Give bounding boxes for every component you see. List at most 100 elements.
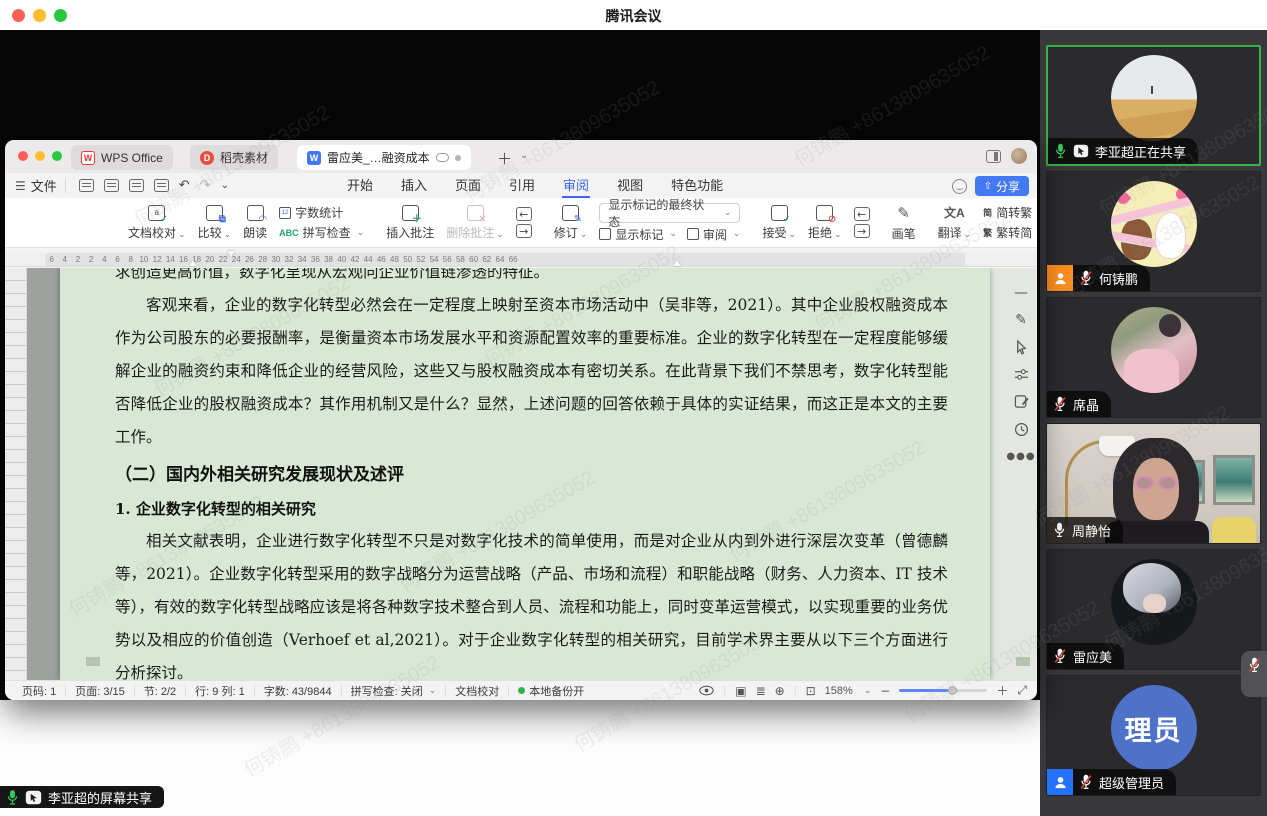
export-icon[interactable] bbox=[104, 179, 119, 192]
spell-check-button[interactable]: ABC 拼写检查⌄ bbox=[279, 224, 364, 241]
screen-share-label: 李亚超的屏幕共享 bbox=[48, 788, 152, 807]
print-preview-icon[interactable] bbox=[154, 179, 169, 192]
tab-page[interactable]: 页面 bbox=[454, 173, 482, 198]
markup-state-dropdown[interactable]: 显示标记的最终状态⌄ bbox=[599, 203, 740, 223]
show-markup-icon bbox=[599, 228, 611, 240]
wps-zoom-button[interactable] bbox=[52, 151, 62, 161]
horizontal-ruler[interactable]: 6422468101214161820222426283032343638404… bbox=[5, 252, 1037, 267]
tab-list-button[interactable]: ⌄ bbox=[520, 150, 528, 161]
tab-insert[interactable]: 插入 bbox=[400, 173, 428, 198]
accept-button[interactable]: ✓ 接受⌄ bbox=[762, 205, 796, 241]
wps-statusbar: 页码: 1 页面: 3/15 节: 2/2 行: 9 列: 1 字数: 43/9… bbox=[5, 680, 1037, 700]
left-indent-handle[interactable] bbox=[189, 260, 197, 266]
show-markup-button[interactable]: 显示标记⌄ bbox=[599, 226, 677, 243]
status-line-column: 行: 9 列: 1 bbox=[186, 685, 255, 697]
review-pane-button[interactable]: 审阅⌄ bbox=[687, 226, 741, 243]
participant-tile-video[interactable]: 周静怡 bbox=[1046, 423, 1261, 544]
word-count-icon: 12 bbox=[279, 207, 291, 219]
tab-docer[interactable]: D 稻壳素材 bbox=[190, 145, 278, 170]
adjust-tool-icon[interactable] bbox=[1014, 368, 1029, 381]
document-canvas[interactable]: 求创造更高价值，数字化呈现从宏观向企业价值链渗透的特征。 客观来看，企业的数字化… bbox=[5, 268, 1037, 680]
tab-reference[interactable]: 引用 bbox=[508, 173, 536, 198]
track-changes-button[interactable]: ✎ 修订⌄ bbox=[554, 205, 588, 241]
tab-document-active[interactable]: W 雷应美_…融资成本 bbox=[297, 145, 471, 170]
zoom-in-icon[interactable]: ＋ bbox=[996, 682, 1008, 699]
insert-comment-icon: ＋ bbox=[402, 205, 419, 221]
new-tab-button[interactable]: ＋ bbox=[497, 148, 512, 169]
tab-home[interactable]: 开始 bbox=[346, 173, 374, 198]
delete-comment-button[interactable]: ✕ 删除批注⌄ bbox=[446, 205, 504, 241]
read-aloud-button[interactable]: ◠ 朗读 bbox=[243, 205, 267, 241]
outline-view-icon[interactable]: ≣ bbox=[756, 684, 766, 698]
compare-button[interactable]: ⧉ 比较⌄ bbox=[198, 205, 232, 241]
status-local-backup[interactable]: 本地备份开 bbox=[509, 685, 593, 697]
zoom-slider-knob[interactable] bbox=[948, 686, 957, 695]
theme-icon[interactable] bbox=[952, 179, 967, 194]
account-avatar[interactable] bbox=[1011, 148, 1027, 164]
collapse-toolbar-icon[interactable]: — bbox=[1014, 286, 1028, 300]
zoom-slider[interactable] bbox=[899, 689, 987, 692]
word-count-button[interactable]: 12 字数统计 bbox=[279, 204, 364, 221]
tab-review[interactable]: 审阅 bbox=[562, 173, 590, 198]
cursor-tool-icon[interactable] bbox=[1014, 340, 1029, 355]
next-comment-icon[interactable]: → bbox=[516, 224, 532, 238]
wps-close-button[interactable] bbox=[18, 151, 28, 161]
prev-change-icon[interactable]: ← bbox=[854, 207, 870, 221]
tab-special-features[interactable]: 特色功能 bbox=[670, 173, 724, 198]
floating-mic-card[interactable] bbox=[1241, 651, 1267, 697]
quickbar-more-icon[interactable]: ⌄ bbox=[221, 180, 229, 191]
layout-toggle-icon[interactable] bbox=[986, 150, 1001, 163]
next-change-icon[interactable]: → bbox=[854, 224, 870, 238]
note-tool-icon[interactable] bbox=[1014, 394, 1029, 409]
simplified-to-traditional-button[interactable]: 简 简转繁 bbox=[983, 204, 1032, 221]
page-view-icon[interactable]: ▣ bbox=[735, 684, 746, 698]
status-doc-proof[interactable]: 文档校对 bbox=[446, 685, 509, 697]
prev-comment-icon[interactable]: ← bbox=[516, 207, 532, 221]
zoom-out-icon[interactable]: − bbox=[880, 684, 890, 698]
zoom-level[interactable]: 158% bbox=[825, 685, 853, 697]
doc-proof-button[interactable]: a✓ 文档校对⌄ bbox=[128, 205, 186, 241]
more-tools-icon[interactable]: ●●● bbox=[1006, 450, 1035, 464]
undo-icon[interactable]: ↶ bbox=[179, 178, 190, 193]
first-line-indent-handle[interactable] bbox=[227, 251, 235, 257]
status-word-count[interactable]: 字数: 43/9844 bbox=[255, 685, 342, 697]
wps-minimize-button[interactable] bbox=[35, 151, 45, 161]
brush-button[interactable]: ✎ 画笔 bbox=[892, 204, 916, 242]
ruler-number: 8 bbox=[124, 255, 137, 264]
save-icon[interactable] bbox=[79, 179, 94, 192]
participant-tile[interactable]: 雷应美 bbox=[1046, 549, 1261, 670]
status-spell-check[interactable]: 拼写检查: 关闭⌄ bbox=[342, 685, 447, 697]
fit-page-icon[interactable]: ⊡ bbox=[806, 684, 816, 698]
zoom-dropdown-icon[interactable]: ⌄ bbox=[864, 686, 872, 696]
participant-tile-sharing[interactable]: 李亚超正在共享 bbox=[1046, 45, 1261, 166]
menu-tabs: 开始 插入 页面 引用 审阅 视图 特色功能 bbox=[346, 173, 724, 198]
document-page[interactable]: 求创造更高价值，数字化呈现从宏观向企业价值链渗透的特征。 客观来看，企业的数字化… bbox=[60, 268, 990, 680]
translate-button[interactable]: 文A 翻译⌄ bbox=[938, 204, 972, 241]
traditional-to-simplified-button[interactable]: 繁 繁转简 bbox=[983, 224, 1032, 241]
ruler-number: 62 bbox=[480, 255, 493, 264]
redo-icon[interactable]: ↷ bbox=[200, 178, 211, 193]
file-menu-button[interactable]: ☰ 文件 bbox=[15, 176, 57, 195]
history-tool-icon[interactable] bbox=[1014, 422, 1029, 437]
participant-tile[interactable]: 理员 超级管理员 bbox=[1046, 675, 1261, 796]
mic-on-icon bbox=[1054, 143, 1067, 159]
share-doc-button[interactable]: ⇧ 分享 bbox=[975, 176, 1029, 196]
ruler-number: 12 bbox=[151, 255, 164, 264]
participant-tile[interactable]: 何铸鹏 bbox=[1046, 171, 1261, 292]
pen-tool-icon[interactable]: ✎ bbox=[1015, 313, 1027, 327]
participant-tile[interactable]: 席晶 bbox=[1046, 297, 1261, 418]
reject-button[interactable]: ⊘ 拒绝⌄ bbox=[808, 205, 842, 241]
tab-wps-office[interactable]: W WPS Office bbox=[71, 145, 173, 170]
fullscreen-icon[interactable]: ⤢ bbox=[1017, 683, 1027, 698]
tab-view[interactable]: 视图 bbox=[616, 173, 644, 198]
insert-comment-button[interactable]: ＋ 插入批注 bbox=[386, 205, 434, 241]
web-view-icon[interactable]: ⊕ bbox=[775, 684, 785, 698]
print-icon[interactable] bbox=[129, 179, 144, 192]
wps-menubar: ☰ 文件 ↶ ↷ ⌄ 开始 插入 页面 引用 审阅 视图 特色功能 bbox=[5, 173, 1037, 198]
file-menu-label: 文件 bbox=[31, 176, 57, 195]
eye-protect-icon[interactable] bbox=[699, 685, 714, 696]
participant-label: 何铸鹏 bbox=[1047, 265, 1150, 291]
status-section: 节: 2/2 bbox=[135, 685, 186, 697]
right-indent-handle[interactable] bbox=[673, 260, 681, 266]
ruler-number: 20 bbox=[203, 255, 216, 264]
